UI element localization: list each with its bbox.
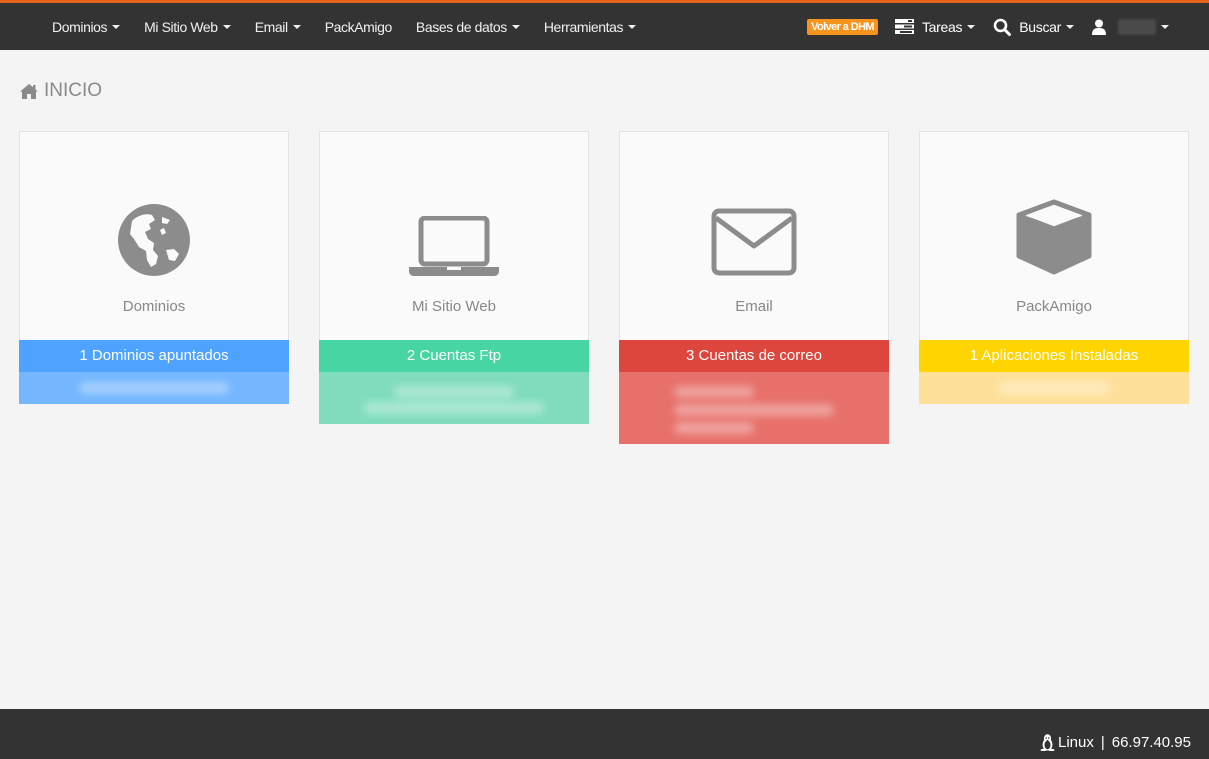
nav-email[interactable]: Email <box>255 19 301 35</box>
page-title: INICIO <box>44 80 103 101</box>
caret-down-icon <box>511 24 520 29</box>
card-footer-redacted <box>919 372 1189 404</box>
card-label: PackAmigo <box>1016 298 1092 315</box>
linux-icon <box>1040 734 1055 751</box>
card-status-bar[interactable]: 2 Cuentas Ftp <box>319 340 589 372</box>
caret-down-icon <box>1161 24 1169 29</box>
nav-dominios[interactable]: Dominios <box>52 19 121 35</box>
nav-bases-de-datos[interactable]: Bases de datos <box>416 19 520 35</box>
nav-right-tools: Volver a DHM Tareas Buscar <box>807 3 1209 50</box>
card-label: Email <box>735 298 773 315</box>
card-label: Mi Sitio Web <box>412 298 496 315</box>
home-icon <box>20 84 38 99</box>
os-name: Linux <box>1057 734 1094 751</box>
card-status-bar[interactable]: 3 Cuentas de correo <box>619 340 889 372</box>
breadcrumb: INICIO <box>19 80 102 102</box>
server-info: Linux | 66.97.40.95 <box>1040 734 1191 751</box>
tareas-menu[interactable]: Tareas <box>894 19 976 35</box>
card-status-bar[interactable]: 1 Dominios apuntados <box>19 340 289 372</box>
buscar-menu[interactable]: Buscar <box>993 18 1074 36</box>
cube-icon <box>1016 199 1092 275</box>
caret-down-icon <box>112 24 121 29</box>
caret-down-icon <box>222 24 231 29</box>
caret-down-icon <box>628 24 637 29</box>
user-menu[interactable] <box>1092 18 1169 35</box>
caret-down-icon <box>292 24 301 29</box>
card-footer-redacted <box>619 372 889 444</box>
card-footer-redacted <box>319 372 589 424</box>
nav-packamigo[interactable]: PackAmigo <box>325 19 393 35</box>
card-mi-sitio-web[interactable]: Mi Sitio Web 2 Cuentas Ftp <box>319 131 589 424</box>
nav-herramientas[interactable]: Herramientas <box>544 19 637 35</box>
page-footer: Linux | 66.97.40.95 <box>0 709 1209 759</box>
username-redacted <box>1118 18 1156 35</box>
card-packamigo[interactable]: PackAmigo 1 Aplicaciones Instaladas <box>919 131 1189 404</box>
card-dominios[interactable]: Dominios 1 Dominios apuntados <box>19 131 289 404</box>
caret-down-icon <box>967 24 976 29</box>
card-status-bar[interactable]: 1 Aplicaciones Instaladas <box>919 340 1189 372</box>
card-label: Dominios <box>122 298 186 315</box>
volver-dhm-button[interactable]: Volver a DHM <box>807 18 878 35</box>
card-email[interactable]: Email 3 Cuentas de correo <box>619 131 889 444</box>
top-navbar: Dominios Mi Sitio Web Email PackAmigo Ba… <box>0 3 1209 50</box>
user-icon <box>1092 19 1106 35</box>
server-ip: 66.97.40.95 <box>1111 734 1191 751</box>
nav-mi-sitio-web[interactable]: Mi Sitio Web <box>144 19 231 35</box>
main-menu: Dominios Mi Sitio Web Email PackAmigo Ba… <box>0 3 660 50</box>
globe-icon <box>118 204 190 276</box>
caret-down-icon <box>1066 24 1074 29</box>
footer-separator: | <box>1100 734 1105 751</box>
tasks-icon <box>894 19 914 34</box>
laptop-icon <box>409 216 499 276</box>
card-footer-redacted <box>19 372 289 404</box>
search-icon <box>993 18 1012 36</box>
envelope-icon <box>711 208 797 276</box>
